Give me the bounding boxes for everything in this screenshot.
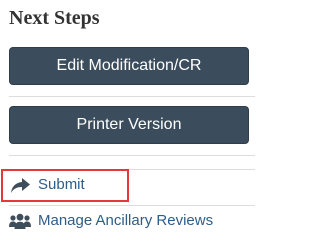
manage-ancillary-reviews-link[interactable]: Manage Ancillary Reviews (9, 210, 213, 232)
divider (9, 155, 255, 156)
highlight-box (1, 169, 129, 202)
printer-version-button[interactable]: Printer Version (9, 106, 249, 144)
edit-modification-button[interactable]: Edit Modification/CR (9, 47, 249, 85)
manage-ancillary-reviews-label: Manage Ancillary Reviews (38, 212, 214, 229)
users-icon (9, 212, 31, 230)
divider (9, 205, 255, 206)
panel-title: Next Steps (9, 7, 100, 29)
divider (9, 96, 255, 97)
